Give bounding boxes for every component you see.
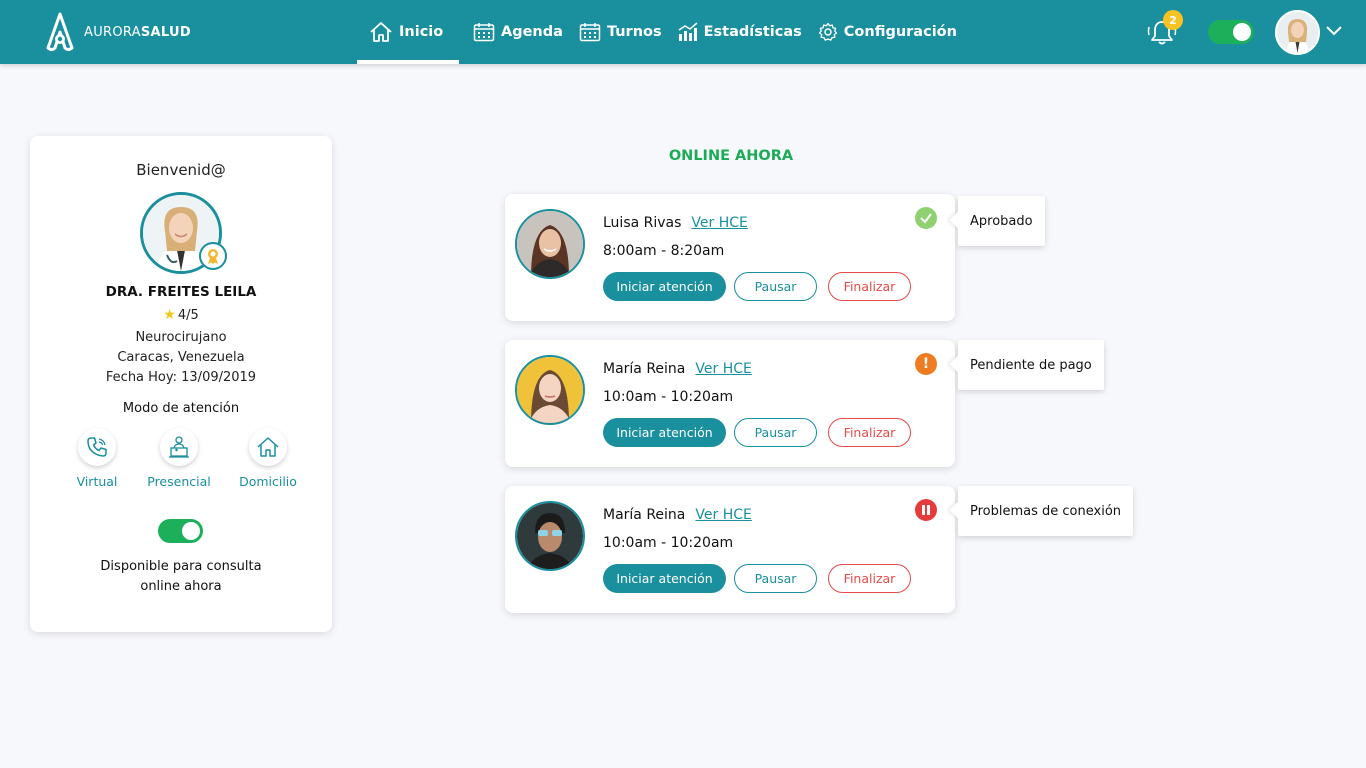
nav-label: Agenda: [501, 24, 563, 40]
finish-button[interactable]: Finalizar: [828, 564, 911, 593]
patient-avatar: [515, 355, 585, 425]
nav-label: Configuración: [843, 24, 957, 40]
availability-text: Disponible para consulta online ahora: [30, 557, 332, 597]
patient-name-row: Luisa Rivas Ver HCE: [603, 215, 748, 231]
app-logo[interactable]: AURORASALUD: [42, 12, 191, 52]
view-hce-link[interactable]: Ver HCE: [695, 507, 751, 523]
notification-badge: 2: [1163, 10, 1183, 30]
finish-button[interactable]: Finalizar: [828, 272, 911, 301]
home-icon: [370, 22, 392, 42]
main-nav: Inicio Agenda Turnos Estadísticas Config…: [357, 0, 965, 64]
patient-avatar: [515, 501, 585, 571]
top-bar: AURORASALUD Inicio Agenda Turnos Estadís…: [0, 0, 1366, 64]
nav-configuracion[interactable]: Configuración: [810, 0, 965, 64]
pause-icon[interactable]: [915, 499, 937, 521]
alert-icon[interactable]: !: [915, 353, 937, 375]
start-attention-button[interactable]: Iniciar atención: [603, 418, 726, 447]
aurora-logo-icon: [46, 12, 74, 51]
nav-estadisticas[interactable]: Estadísticas: [670, 0, 810, 64]
start-attention-button[interactable]: Iniciar atención: [603, 272, 726, 301]
status-tooltip: Problemas de conexión: [958, 486, 1134, 536]
welcome-text: Bienvenid@: [136, 161, 226, 179]
star-icon: ★: [163, 307, 176, 323]
current-date: Fecha Hoy: 13/09/2019: [105, 370, 257, 385]
user-avatar[interactable]: [1275, 10, 1320, 55]
phone-icon: [87, 437, 107, 457]
pause-button[interactable]: Pausar: [734, 418, 817, 447]
view-hce-link[interactable]: Ver HCE: [695, 361, 751, 377]
patient-photo: [517, 211, 583, 277]
patient-name: María Reina: [603, 361, 686, 377]
appointment-time: 10:0am - 10:20am: [603, 389, 734, 405]
availability-line-2: online ahora: [140, 579, 222, 594]
chart-icon: [678, 22, 698, 41]
mode-domicilio-circle: [249, 428, 287, 466]
appointment-time: 8:00am - 8:20am: [603, 243, 725, 259]
availability-line-1: Disponible para consulta: [100, 559, 262, 574]
doctor-location: Caracas, Venezuela: [117, 350, 245, 365]
mode-label: Presencial: [147, 474, 211, 489]
chevron-down-icon[interactable]: [1326, 26, 1342, 36]
view-hce-link[interactable]: Ver HCE: [691, 215, 747, 231]
nav-turnos[interactable]: Turnos: [571, 0, 670, 64]
status-text: Aprobado: [970, 213, 1033, 229]
status-tooltip: Pendiente de pago: [958, 340, 1104, 390]
mode-virtual-circle: [78, 428, 116, 466]
mode-presencial[interactable]: Presencial: [139, 428, 219, 489]
pause-button[interactable]: Pausar: [734, 272, 817, 301]
status-tooltip: Aprobado: [958, 196, 1045, 246]
calendar-icon: [473, 23, 495, 42]
patient-card: María Reina Ver HCE 10:0am - 10:20am Ini…: [505, 340, 955, 467]
nav-inicio[interactable]: Inicio: [357, 0, 459, 64]
brand-name: AURORASALUD: [84, 24, 191, 40]
doctor-name: DRA. FREITES LEILA: [105, 284, 257, 300]
mode-title: Modo de atención: [122, 401, 240, 416]
notifications-button[interactable]: 2: [1146, 10, 1183, 47]
nav-label: Estadísticas: [703, 24, 802, 40]
patient-avatar: [515, 209, 585, 279]
doctor-avatar-image: [1277, 12, 1318, 53]
patient-card: Luisa Rivas Ver HCE 8:00am - 8:20am Inic…: [505, 194, 955, 321]
mode-presencial-circle: [160, 428, 198, 466]
nav-agenda[interactable]: Agenda: [465, 0, 571, 64]
patient-name: Luisa Rivas: [603, 215, 682, 231]
doctor-rating: ★ 4/5: [163, 307, 199, 323]
mode-label: Virtual: [76, 474, 118, 489]
status-text: Problemas de conexión: [970, 503, 1122, 519]
finish-button[interactable]: Finalizar: [828, 418, 911, 447]
online-status-toggle[interactable]: [1208, 20, 1254, 44]
patient-name-row: María Reina Ver HCE: [603, 361, 752, 377]
patient-photo: [517, 503, 583, 569]
pause-button[interactable]: Pausar: [734, 564, 817, 593]
doctor-profile-card: Bienvenid@ DRA. FREITES LEILA ★ 4/5 Neuro…: [30, 136, 332, 632]
status-text: Pendiente de pago: [970, 357, 1092, 373]
mode-virtual[interactable]: Virtual: [57, 428, 137, 489]
patient-name-row: María Reina Ver HCE: [603, 507, 752, 523]
patient-card: María Reina Ver HCE 10:0am - 10:20am Ini…: [505, 486, 955, 613]
mode-label: Domicilio: [239, 474, 297, 489]
clinic-icon: [169, 436, 189, 458]
appointment-time: 10:0am - 10:20am: [603, 535, 734, 551]
mode-domicilio[interactable]: Domicilio: [228, 428, 308, 489]
online-now-title: ONLINE AHORA: [668, 148, 794, 164]
nav-label: Inicio: [399, 24, 444, 40]
availability-toggle[interactable]: [158, 519, 203, 543]
calendar-icon: [579, 23, 601, 42]
gear-icon: [818, 22, 837, 41]
award-badge-icon: [199, 242, 227, 270]
patient-name: María Reina: [603, 507, 686, 523]
start-attention-button[interactable]: Iniciar atención: [603, 564, 726, 593]
nav-label: Turnos: [606, 24, 662, 40]
patient-photo: [517, 357, 583, 423]
home-icon: [257, 437, 279, 457]
doctor-specialty: Neurocirujano: [135, 330, 227, 345]
check-icon[interactable]: [915, 207, 937, 229]
